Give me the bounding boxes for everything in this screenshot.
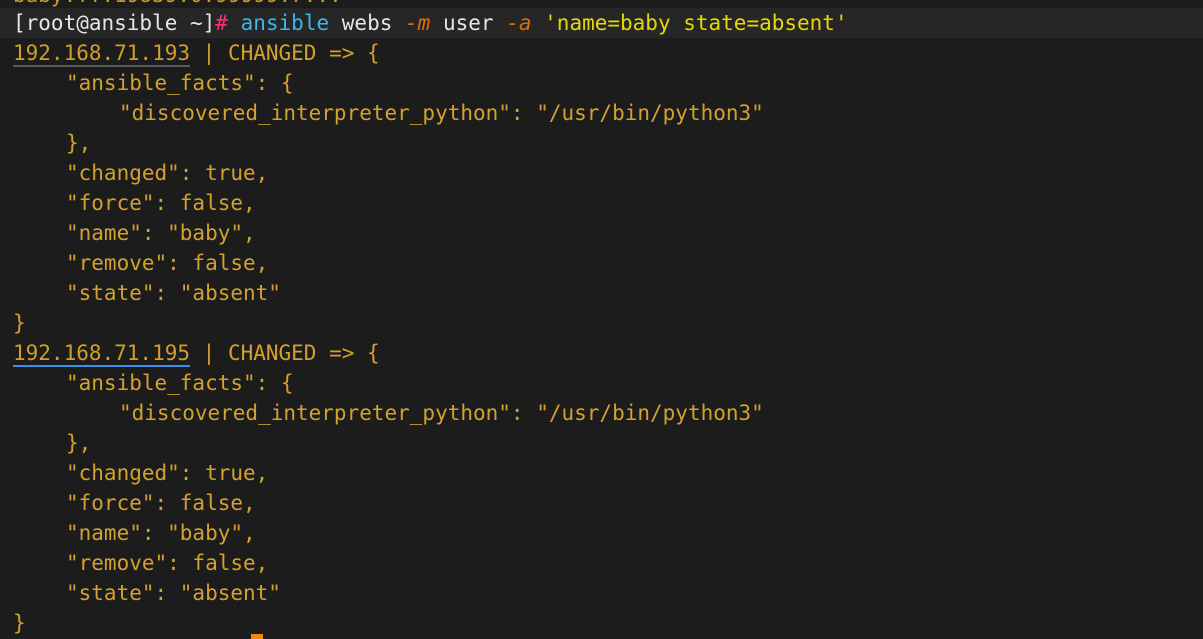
- output-line: }: [13, 311, 26, 335]
- text-cursor: [251, 634, 263, 639]
- output-line: "state": "absent": [66, 281, 281, 305]
- module-args: 'name=baby state=absent': [544, 11, 848, 35]
- output-line: "force": false,: [66, 491, 256, 515]
- output-line: "name": "baby",: [66, 221, 256, 245]
- prompt-hash: #: [215, 11, 228, 35]
- shell-prompt: [root@ansible ~]: [13, 11, 216, 35]
- output-line: "name": "baby",: [66, 521, 256, 545]
- host-ip-link[interactable]: 192.168.71.195: [13, 341, 191, 367]
- command-name: ansible: [240, 11, 330, 35]
- result-status: | CHANGED => {: [190, 41, 380, 65]
- output-line: "force": false,: [66, 191, 256, 215]
- terminal-window[interactable]: baby:!!:19839:0:99999:7::: [root@ansible…: [0, 0, 1203, 639]
- output-line: "changed": true,: [66, 161, 269, 185]
- output-line: "ansible_facts": {: [66, 71, 294, 95]
- result-header: 192.168.71.195 | CHANGED => {: [13, 338, 380, 368]
- module-flag: -m: [405, 11, 431, 35]
- output-line: "state": "absent": [66, 581, 281, 605]
- output-line: },: [66, 131, 92, 155]
- module-name: user: [442, 11, 494, 35]
- output-line: "discovered_interpreter_python": "/usr/b…: [119, 101, 764, 125]
- result-header: 192.168.71.193 | CHANGED => {: [13, 38, 380, 68]
- command-line[interactable]: [root@ansible ~]# ansible webs -m user -…: [13, 8, 848, 38]
- args-flag: -a: [506, 11, 532, 35]
- output-line: "remove": false,: [66, 551, 269, 575]
- output-line: },: [66, 431, 92, 455]
- result-status: | CHANGED => {: [190, 341, 380, 365]
- output-line: "remove": false,: [66, 251, 269, 275]
- host-ip-link[interactable]: 192.168.71.193: [13, 41, 191, 67]
- output-line: "ansible_facts": {: [66, 371, 294, 395]
- output-line: }: [13, 611, 26, 635]
- output-line: "changed": true,: [66, 461, 269, 485]
- host-group-arg: webs: [341, 11, 393, 35]
- output-line: "discovered_interpreter_python": "/usr/b…: [119, 401, 764, 425]
